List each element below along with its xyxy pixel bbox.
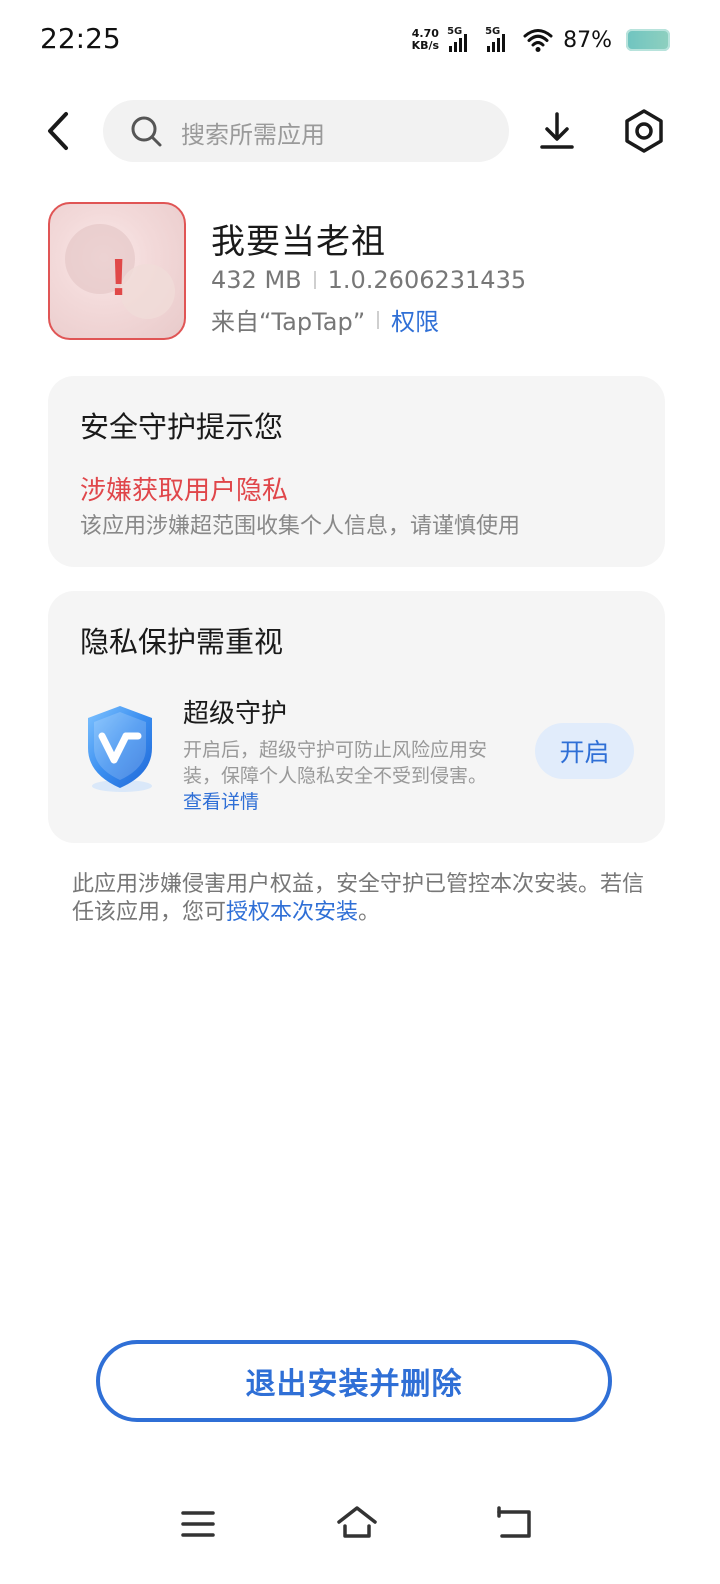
- battery-percent: 87%: [563, 27, 612, 53]
- super-protection-title: 超级守护: [183, 699, 288, 729]
- status-icons: 4.70 KB/s 5G 5G 87%: [412, 24, 670, 56]
- home-icon[interactable]: [336, 1504, 378, 1540]
- authorize-install-link[interactable]: 授权本次安装: [226, 900, 358, 925]
- warning-title: 涉嫌获取用户隐私: [80, 476, 289, 506]
- app-icon: !: [48, 202, 186, 340]
- shield-icon: [88, 706, 152, 792]
- network-speed: 4.70 KB/s: [412, 28, 439, 52]
- app-size: 432 MB: [211, 266, 302, 294]
- status-bar: 22:25 4.70 KB/s 5G 5G 87%: [0, 0, 720, 80]
- permissions-link[interactable]: 权限: [391, 302, 439, 337]
- settings-button[interactable]: [622, 108, 666, 154]
- app-version: 1.0.2606231435: [327, 266, 527, 294]
- risk-alert-icon: !: [110, 249, 128, 307]
- super-protection-description: 开启后，超级守护可防止风险应用安装，保障个人隐私安全不受到侵害。: [183, 739, 488, 787]
- divider: [377, 310, 380, 329]
- back-button[interactable]: [40, 110, 80, 152]
- divider: [313, 271, 316, 289]
- search-input[interactable]: 搜索所需应用: [103, 100, 509, 162]
- network-speed-unit: KB/s: [411, 39, 440, 52]
- exit-and-delete-button[interactable]: 退出安装并删除: [96, 1340, 612, 1422]
- signal-icon-sim2: 5G: [485, 26, 515, 54]
- download-button[interactable]: [536, 110, 578, 152]
- navigation-bar: [0, 1490, 720, 1560]
- menu-icon[interactable]: [180, 1508, 216, 1540]
- wifi-icon: [523, 29, 553, 52]
- app-name: 我要当老祖: [211, 222, 386, 262]
- view-details-link[interactable]: 查看详情: [183, 787, 259, 814]
- warning-description: 该应用涉嫌超范围收集个人信息，请谨慎使用: [80, 514, 521, 539]
- back-nav-icon[interactable]: [496, 1506, 534, 1540]
- signal-icon-sim1: 5G: [447, 26, 477, 54]
- search-icon: [131, 116, 162, 147]
- security-card-title: 安全守护提示您: [80, 410, 284, 444]
- note-end: 。: [358, 900, 381, 925]
- search-placeholder: 搜索所需应用: [181, 121, 325, 149]
- enable-button[interactable]: 开启: [535, 723, 634, 779]
- privacy-card-title: 隐私保护需重视: [80, 625, 284, 659]
- app-source-row: 来自“TapTap” 权限: [211, 302, 439, 337]
- battery-icon: [626, 29, 670, 51]
- app-meta: 432 MB 1.0.2606231435: [211, 266, 526, 294]
- app-source: 来自“TapTap”: [211, 308, 366, 336]
- install-note: 此应用涉嫌侵害用户权益，安全守护已管控本次安装。若信任该应用，您可授权本次安装。: [72, 871, 662, 927]
- status-time: 22:25: [40, 22, 121, 55]
